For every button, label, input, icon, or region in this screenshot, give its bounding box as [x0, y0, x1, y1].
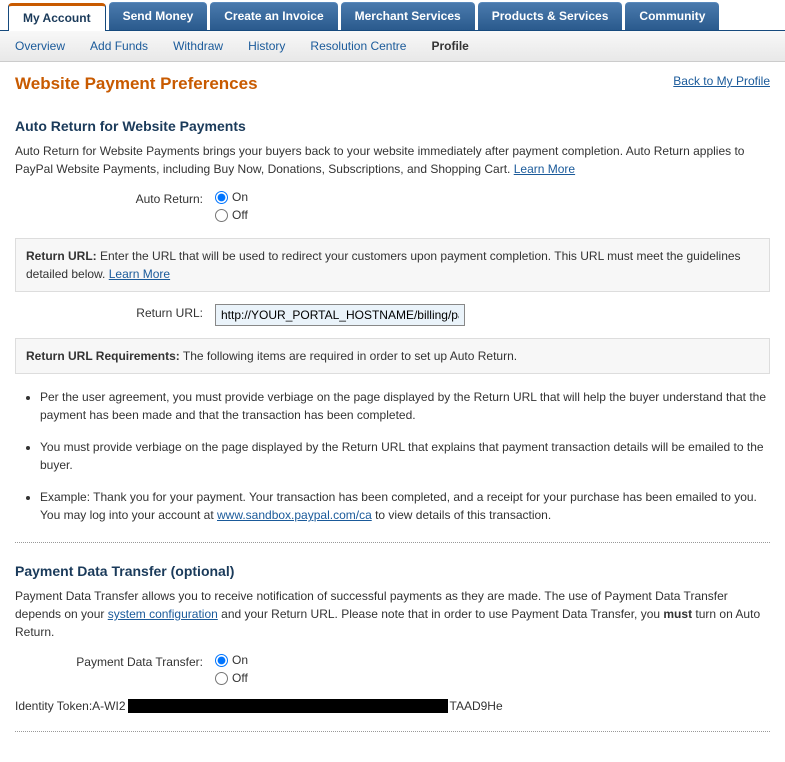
pdt-off-radio[interactable] — [215, 672, 228, 685]
page-title: Website Payment Preferences — [15, 74, 770, 94]
auto-return-radio-group: Auto Return: On Off — [15, 190, 770, 226]
identity-token-row: Identity Token:A-WI2 TAAD9He — [15, 699, 770, 713]
subnav-history[interactable]: History — [248, 39, 285, 53]
requirement-item-2: You must provide verbiage on the page di… — [40, 438, 770, 474]
pdt-on-radio[interactable] — [215, 654, 228, 667]
sub-nav: Overview Add Funds Withdraw History Reso… — [0, 31, 785, 62]
return-url-label: Return URL: — [15, 304, 215, 320]
tab-create-invoice[interactable]: Create an Invoice — [210, 2, 337, 30]
return-url-input[interactable] — [215, 304, 465, 326]
auto-return-description: Auto Return for Website Payments brings … — [15, 142, 770, 178]
pdt-radio-group: Payment Data Transfer: On Off — [15, 653, 770, 689]
requirement-item-3: Example: Thank you for your payment. You… — [40, 488, 770, 524]
identity-token-suffix: TAAD9He — [450, 699, 503, 713]
requirements-text: The following items are required in orde… — [180, 349, 517, 363]
requirement-item-1: Per the user agreement, you must provide… — [40, 388, 770, 424]
content-area: Back to My Profile Website Payment Prefe… — [0, 62, 785, 762]
pdt-off-label: Off — [232, 671, 248, 685]
subnav-profile[interactable]: Profile — [431, 39, 468, 53]
identity-token-prefix: A-WI2 — [92, 699, 125, 713]
pdt-desc-bold: must — [663, 607, 692, 621]
pdt-on-label: On — [232, 653, 248, 667]
return-url-row: Return URL: — [15, 304, 770, 326]
requirements-list: Per the user agreement, you must provide… — [40, 388, 770, 524]
subnav-withdraw[interactable]: Withdraw — [173, 39, 223, 53]
tab-my-account[interactable]: My Account — [8, 3, 106, 31]
pdt-desc-b: and your Return URL. Please note that in… — [218, 607, 664, 621]
tab-community[interactable]: Community — [625, 2, 719, 30]
auto-return-desc-text: Auto Return for Website Payments brings … — [15, 144, 744, 176]
requirement-3-text-b: to view details of this transaction. — [372, 508, 551, 522]
auto-return-heading: Auto Return for Website Payments — [15, 118, 770, 134]
subnav-resolution-centre[interactable]: Resolution Centre — [310, 39, 406, 53]
return-url-learn-more-link[interactable]: Learn More — [109, 267, 170, 281]
identity-token-redacted — [128, 699, 448, 713]
return-url-info-box: Return URL: Enter the URL that will be u… — [15, 238, 770, 292]
primary-tabs: My Account Send Money Create an Invoice … — [0, 2, 785, 31]
auto-return-on-label: On — [232, 190, 248, 204]
auto-return-off-radio[interactable] — [215, 209, 228, 222]
divider-bottom — [15, 731, 770, 732]
tab-products-services[interactable]: Products & Services — [478, 2, 623, 30]
auto-return-on-radio[interactable] — [215, 191, 228, 204]
divider — [15, 542, 770, 543]
auto-return-learn-more-link[interactable]: Learn More — [514, 162, 575, 176]
sandbox-link[interactable]: www.sandbox.paypal.com/ca — [217, 508, 372, 522]
auto-return-label: Auto Return: — [15, 190, 215, 206]
identity-token-label: Identity Token: — [15, 699, 92, 713]
return-url-info-label: Return URL: — [26, 249, 97, 263]
auto-return-off-label: Off — [232, 208, 248, 222]
pdt-description: Payment Data Transfer allows you to rece… — [15, 587, 770, 641]
subnav-overview[interactable]: Overview — [15, 39, 65, 53]
requirements-label: Return URL Requirements: — [26, 349, 180, 363]
subnav-add-funds[interactable]: Add Funds — [90, 39, 148, 53]
pdt-heading: Payment Data Transfer (optional) — [15, 563, 770, 579]
return-url-requirements-box: Return URL Requirements: The following i… — [15, 338, 770, 374]
tab-send-money[interactable]: Send Money — [109, 2, 208, 30]
tab-merchant-services[interactable]: Merchant Services — [341, 2, 475, 30]
system-configuration-link[interactable]: system configuration — [108, 607, 218, 621]
pdt-label: Payment Data Transfer: — [15, 653, 215, 669]
back-to-profile-link[interactable]: Back to My Profile — [673, 74, 770, 88]
